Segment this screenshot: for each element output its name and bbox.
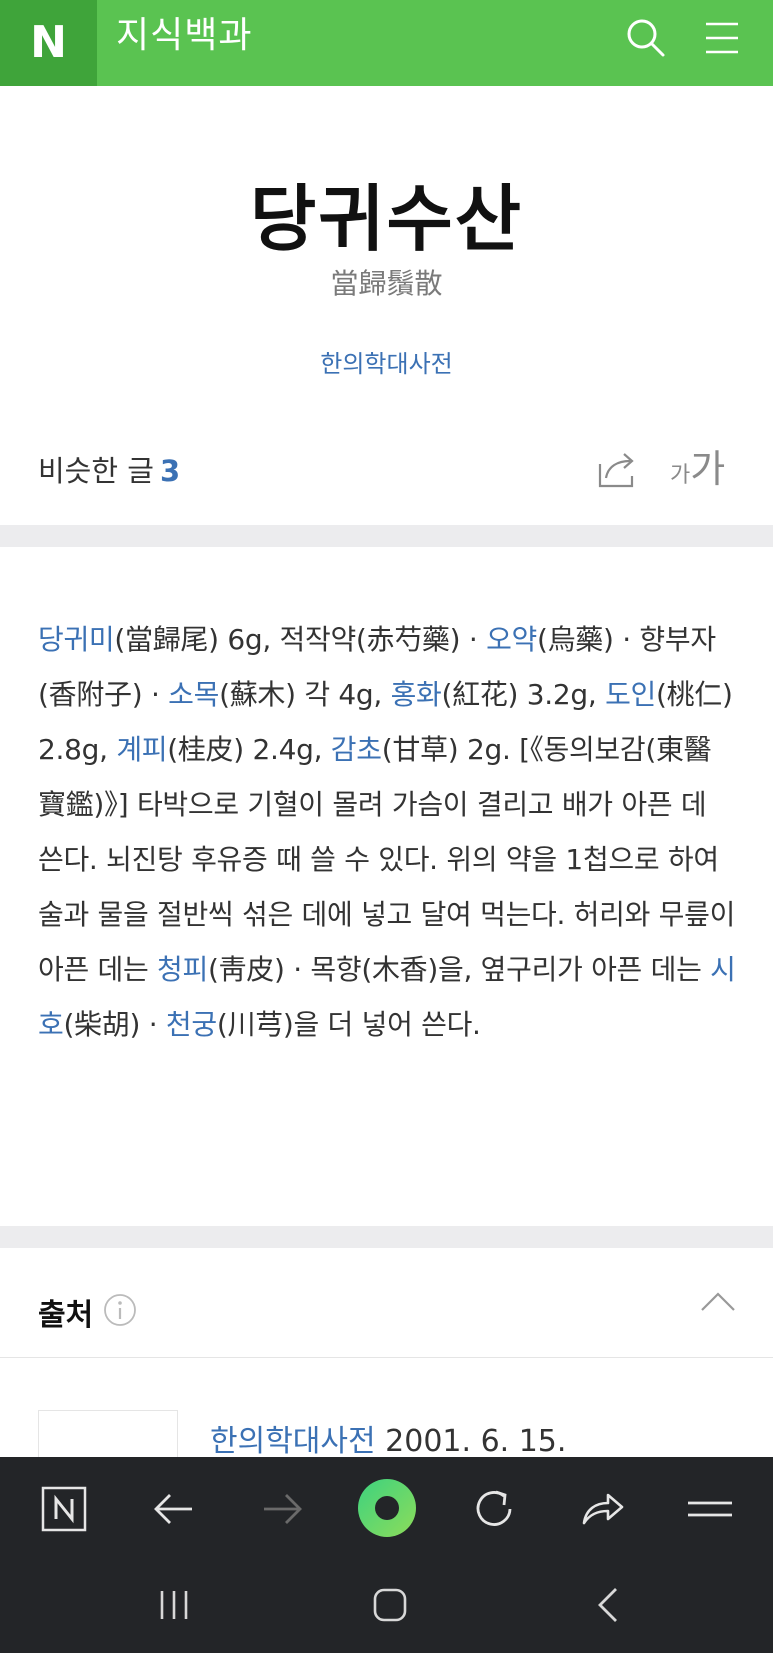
top-header: N 지식백과 bbox=[0, 0, 773, 86]
chevron-up-icon[interactable] bbox=[700, 1290, 736, 1312]
body-text-segment: (甘草) 2g. [《동의보감(東醫寶鑑)》] 타박으로 기혈이 몰려 가슴이 … bbox=[38, 733, 736, 986]
body-text-segment: (當歸尾) 6g, 적작약(赤芍藥) · bbox=[114, 623, 487, 656]
source-section-title: 출처 bbox=[38, 1298, 94, 1333]
font-size-large: 가 bbox=[690, 447, 726, 491]
recent-apps-icon[interactable] bbox=[152, 1583, 196, 1627]
title-hanja: 當歸鬚散 bbox=[330, 267, 443, 300]
herb-link[interactable]: 감초 bbox=[331, 733, 382, 766]
font-size-small: 가 bbox=[670, 463, 691, 488]
green-dot-icon[interactable] bbox=[356, 1477, 418, 1539]
share-icon[interactable] bbox=[596, 448, 642, 490]
body-text-segment: (桂皮) 2.4g, bbox=[167, 733, 331, 766]
body-text-segment: (紅花) 3.2g, bbox=[441, 678, 606, 711]
source-entry-date: 2001. 6. 15. bbox=[375, 1424, 567, 1459]
naver-n-icon[interactable] bbox=[40, 1485, 88, 1533]
section-divider bbox=[0, 525, 773, 547]
body-text-segment: (靑皮) · 목향(木香)을, 옆구리가 아픈 데는 bbox=[207, 953, 711, 986]
font-size-button[interactable]: 가가 bbox=[670, 448, 725, 490]
home-icon[interactable] bbox=[368, 1583, 412, 1627]
source-divider bbox=[0, 1357, 773, 1358]
similar-count: 3 bbox=[159, 454, 181, 488]
similar-label: 비슷한 글 bbox=[38, 454, 154, 488]
herb-link[interactable]: 홍화 bbox=[391, 678, 442, 711]
section-divider bbox=[0, 1226, 773, 1248]
info-icon[interactable] bbox=[103, 1293, 137, 1327]
herb-link[interactable]: 계피 bbox=[116, 733, 167, 766]
herb-link[interactable]: 도인 bbox=[605, 678, 656, 711]
body-text-segment: (川芎)을 더 넣어 쓴다. bbox=[216, 1008, 481, 1041]
naver-logo: N bbox=[30, 17, 67, 68]
refresh-icon[interactable] bbox=[470, 1485, 518, 1533]
body-text-segment: (蘇木) 각 4g, bbox=[219, 678, 391, 711]
forward-arrow-icon[interactable] bbox=[258, 1485, 306, 1533]
herb-link[interactable]: 청피 bbox=[157, 953, 208, 986]
system-nav-bar bbox=[0, 1559, 773, 1653]
body-text-segment: (柴胡) · bbox=[63, 1008, 166, 1041]
source-entry: 한의학대사전 2001. 6. 15. bbox=[210, 1416, 566, 1460]
herb-link[interactable]: 오약 bbox=[486, 623, 537, 656]
header-title[interactable]: 지식백과 bbox=[116, 0, 252, 72]
page-title: 당귀수산 bbox=[250, 177, 523, 261]
menu-icon[interactable] bbox=[686, 1485, 734, 1533]
menu-icon[interactable] bbox=[700, 16, 744, 60]
browser-toolbar bbox=[0, 1457, 773, 1559]
similar-articles[interactable]: 비슷한 글3 bbox=[38, 448, 180, 490]
source-dictionary-link[interactable]: 한의학대사전 bbox=[0, 344, 773, 379]
herb-link[interactable]: 천궁 bbox=[166, 1008, 217, 1041]
article-body: 당귀미(當歸尾) 6g, 적작약(赤芍藥) · 오약(烏藥) · 향부자(香附子… bbox=[38, 612, 738, 1052]
share-arrow-icon[interactable] bbox=[578, 1485, 626, 1533]
search-icon[interactable] bbox=[624, 16, 668, 60]
back-arrow-icon[interactable] bbox=[150, 1485, 198, 1533]
source-entry-link[interactable]: 한의학대사전 bbox=[210, 1424, 376, 1459]
herb-link[interactable]: 당귀미 bbox=[38, 623, 115, 656]
naver-logo-button[interactable]: N bbox=[0, 0, 97, 86]
herb-link[interactable]: 소목 bbox=[168, 678, 219, 711]
back-icon[interactable] bbox=[588, 1583, 632, 1627]
